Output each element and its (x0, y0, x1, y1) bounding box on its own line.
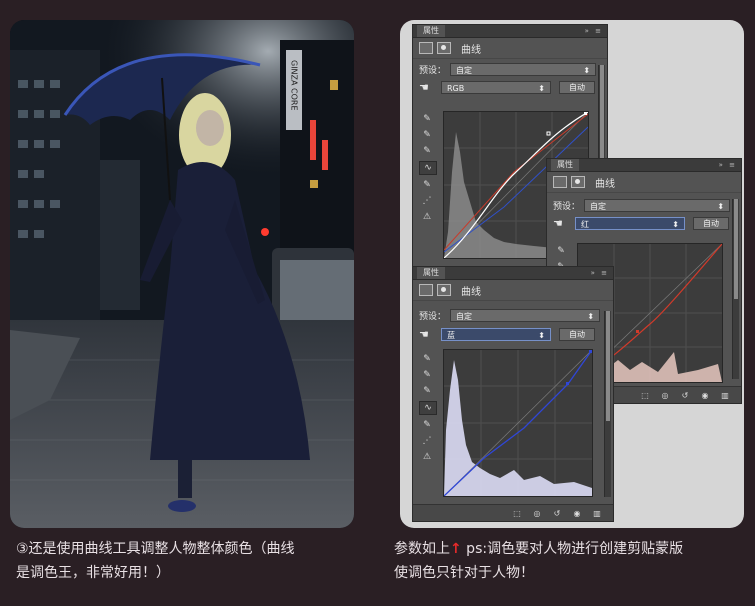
dropdown-arrow-icon: ⬍ (717, 202, 725, 211)
curve-tools: ✎ ✎ ✎ ∿ ✎ ⋰ ⚠ (419, 113, 437, 223)
auto-button[interactable]: 自动 (559, 328, 595, 341)
right-caption-suffix: ps:调色要对人物进行创建剪贴蒙版 (461, 541, 684, 557)
dropdown-arrow-icon: ⬍ (538, 331, 545, 340)
clip-to-layer-icon[interactable]: ⬚ (511, 509, 523, 518)
up-arrow-icon: ↑ (450, 541, 462, 557)
properties-panel-blue: 属性 » ≡ 曲线 预设： 自定 ⬍ ☚ 蓝 ⬍ 自动 ✎ ✎ ✎ ∿ ✎ ⋰ … (412, 266, 614, 522)
left-caption: ③还是使用曲线工具调整人物整体颜色（曲线 是调色王，非常好用！） (16, 537, 360, 585)
channel-value: RGB (447, 84, 465, 93)
channel-select[interactable]: RGB ⬍ (441, 81, 551, 94)
preset-label: 预设： (419, 66, 447, 76)
black-point-eyedropper-icon[interactable]: ✎ (553, 245, 569, 257)
woman-umbrella-photo: GINZA CORE 38 (10, 20, 354, 528)
hand-target-icon[interactable]: ☚ (419, 328, 441, 341)
panel-titlebar: 属性 » ≡ (413, 267, 613, 280)
smooth-icon[interactable]: ⋰ (419, 195, 435, 207)
black-point-eyedropper-icon[interactable]: ✎ (419, 113, 435, 125)
auto-button[interactable]: 自动 (559, 81, 595, 94)
panel-header: 曲线 (547, 172, 741, 193)
panel-titlebar: 属性 » ≡ (413, 25, 607, 38)
right-caption-line2: 使调色只针对于人物！ (394, 565, 534, 581)
curves-adjustment-icon (419, 42, 433, 54)
preset-value: 自定 (590, 202, 607, 211)
panel-header: 曲线 (413, 280, 613, 301)
curve-tools: ✎ ✎ ✎ ∿ ✎ ⋰ ⚠ (419, 353, 437, 463)
panel-menu-icon[interactable]: » ≡ (719, 161, 737, 169)
ginza-sign-text: GINZA CORE (290, 60, 299, 111)
dropdown-arrow-icon: ⬍ (538, 84, 545, 93)
preset-value: 自定 (456, 66, 473, 75)
hand-target-icon[interactable]: ☚ (419, 81, 441, 94)
preset-label: 预设： (553, 202, 581, 212)
panel-header: 曲线 (413, 38, 607, 59)
delete-trash-icon[interactable]: ▥ (719, 391, 731, 400)
right-caption-line1: 参数如上↑ ps:调色要对人物进行创建剪贴蒙版 (394, 537, 755, 561)
white-point-eyedropper-icon[interactable]: ✎ (419, 385, 435, 397)
curve-graph-blue[interactable] (443, 349, 593, 497)
preset-select[interactable]: 自定 ⬍ (584, 199, 731, 212)
pencil-icon[interactable]: ✎ (419, 419, 435, 431)
properties-tab[interactable]: 属性 (417, 25, 445, 37)
clipping-warning-icon[interactable]: ⚠ (419, 451, 435, 463)
panel-scrollbar[interactable] (604, 311, 611, 497)
panel-title: 曲线 (461, 44, 481, 56)
preset-row: 预设： 自定 ⬍ (419, 63, 597, 76)
gray-point-eyedropper-icon[interactable]: ✎ (419, 369, 435, 381)
left-caption-line1: ③还是使用曲线工具调整人物整体颜色（曲线 (16, 541, 295, 557)
preset-label: 预设： (419, 312, 447, 322)
preset-value: 自定 (456, 312, 473, 321)
layer-mask-icon[interactable] (437, 42, 451, 54)
curve-points-icon[interactable]: ∿ (419, 161, 437, 175)
reset-icon[interactable]: ↺ (551, 509, 563, 518)
properties-tab[interactable]: 属性 (551, 159, 579, 171)
dropdown-arrow-icon: ⬍ (587, 312, 595, 321)
channel-select[interactable]: 蓝 ⬍ (441, 328, 551, 341)
layer-mask-icon[interactable] (571, 176, 585, 188)
channel-value: 红 (581, 220, 589, 229)
channel-row: ☚ 蓝 ⬍ 自动 (419, 328, 595, 341)
curves-adjustment-icon (419, 284, 433, 296)
panel-scrollbar[interactable] (732, 199, 739, 379)
panel-bottom-toolbar: ⬚ ◎ ↺ ◉ ▥ (413, 504, 613, 521)
visibility-eye-icon[interactable]: ◉ (699, 391, 711, 400)
delete-trash-icon[interactable]: ▥ (591, 509, 603, 518)
curves-adjustment-icon (553, 176, 567, 188)
hand-target-icon[interactable]: ☚ (553, 217, 575, 230)
preset-row: 预设： 自定 ⬍ (419, 309, 601, 322)
gray-point-eyedropper-icon[interactable]: ✎ (419, 129, 435, 141)
curve-points-icon[interactable]: ∿ (419, 401, 437, 415)
left-caption-line2: 是调色王，非常好用！） (16, 565, 170, 581)
pencil-icon[interactable]: ✎ (419, 179, 435, 191)
panel-menu-icon[interactable]: » ≡ (585, 27, 603, 35)
clipping-warning-icon[interactable]: ⚠ (419, 211, 435, 223)
view-previous-icon[interactable]: ◎ (531, 509, 543, 518)
properties-tab[interactable]: 属性 (417, 267, 445, 279)
white-point-eyedropper-icon[interactable]: ✎ (419, 145, 435, 157)
reset-icon[interactable]: ↺ (679, 391, 691, 400)
preset-select[interactable]: 自定 ⬍ (450, 309, 601, 322)
panel-titlebar: 属性 » ≡ (547, 159, 741, 172)
panel-title: 曲线 (461, 286, 481, 298)
clip-to-layer-icon[interactable]: ⬚ (639, 391, 651, 400)
dropdown-arrow-icon: ⬍ (583, 66, 591, 75)
visibility-eye-icon[interactable]: ◉ (571, 509, 583, 518)
right-caption-prefix: 参数如上 (394, 541, 450, 557)
channel-select[interactable]: 红 ⬍ (575, 217, 685, 230)
channel-row: ☚ RGB ⬍ 自动 (419, 81, 595, 94)
black-point-eyedropper-icon[interactable]: ✎ (419, 353, 435, 365)
preset-select[interactable]: 自定 ⬍ (450, 63, 597, 76)
photoshop-screenshot: 属性 » ≡ 曲线 预设： 自定 ⬍ ☚ RGB ⬍ 自动 ✎ ✎ ✎ ∿ ✎ (400, 20, 744, 528)
panel-menu-icon[interactable]: » ≡ (591, 269, 609, 277)
smooth-icon[interactable]: ⋰ (419, 435, 435, 447)
panel-title: 曲线 (595, 178, 615, 190)
layer-mask-icon[interactable] (437, 284, 451, 296)
right-caption: 参数如上↑ ps:调色要对人物进行创建剪贴蒙版 使调色只针对于人物！ (394, 537, 755, 585)
view-previous-icon[interactable]: ◎ (659, 391, 671, 400)
channel-value: 蓝 (447, 331, 455, 340)
preset-row: 预设： 自定 ⬍ (553, 199, 731, 212)
channel-row: ☚ 红 ⬍ 自动 (553, 217, 729, 230)
dropdown-arrow-icon: ⬍ (672, 220, 679, 229)
auto-button[interactable]: 自动 (693, 217, 729, 230)
